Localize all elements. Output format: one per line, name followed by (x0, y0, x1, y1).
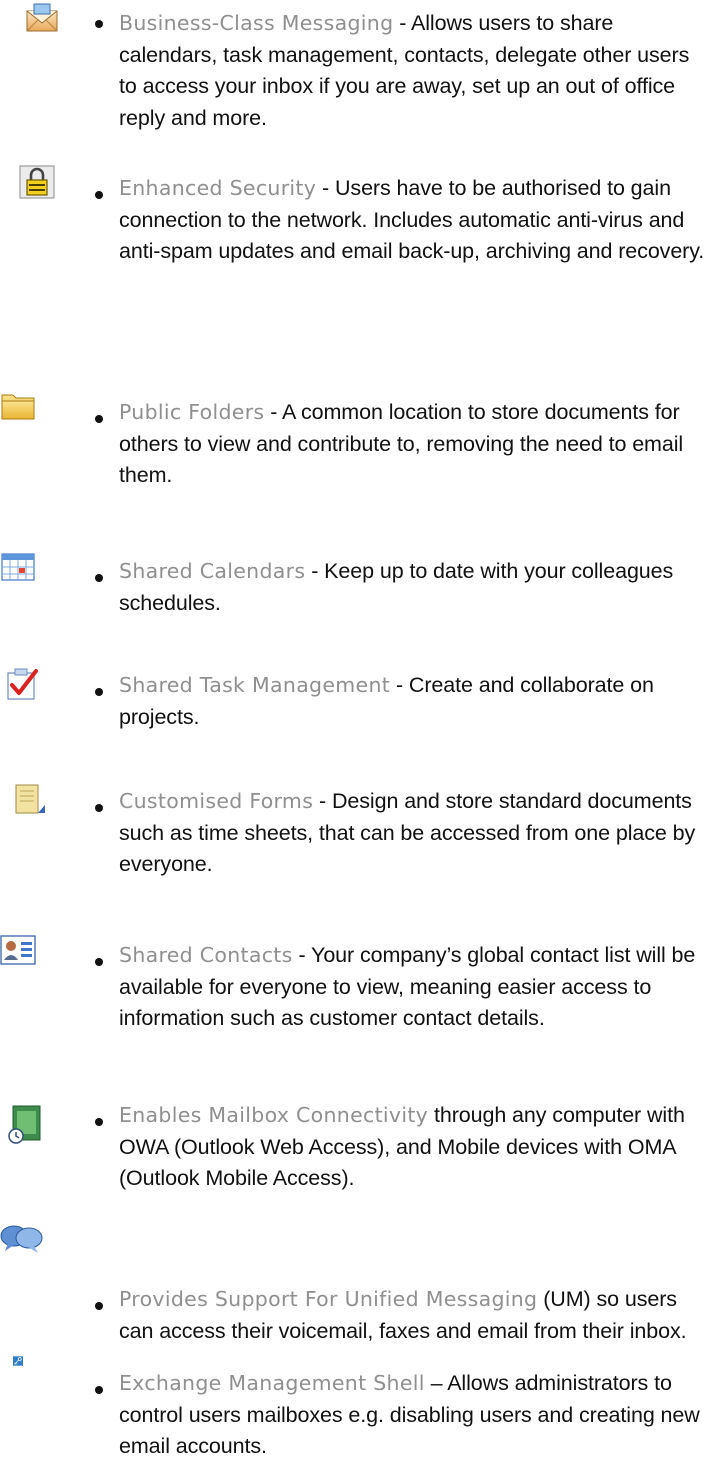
item-text: Shared Contacts - Your company’s global … (119, 943, 696, 1030)
item-title: Shared Task Management (119, 673, 391, 697)
bullet (95, 1302, 103, 1310)
bullet (95, 191, 103, 199)
bullet (95, 688, 103, 696)
item-title: Shared Calendars (119, 559, 306, 583)
item-title: Enhanced Security (119, 176, 317, 200)
speech-bubbles-icon (0, 1223, 44, 1257)
item-text: Enables Mailbox Connectivity through any… (119, 1100, 711, 1195)
item-text: Exchange Management Shell – Allows admin… (119, 1371, 700, 1458)
form-notepad-icon (11, 783, 47, 817)
item-text: Shared Calendars - Keep up to date with … (119, 559, 674, 615)
item-text: Enhanced Security - Users have to be aut… (119, 176, 705, 263)
bullet (95, 958, 103, 966)
bullet (95, 574, 103, 582)
folder-icon (0, 389, 36, 423)
bullet (95, 1386, 103, 1394)
item-text: Shared Task Management - Create and coll… (119, 673, 654, 729)
item-title: Provides Support For Unified Messaging (119, 1287, 538, 1311)
bullet (95, 1118, 103, 1126)
contact-card-icon (0, 933, 36, 967)
bullet (95, 20, 103, 28)
item-text: Customised Forms - Design and store stan… (119, 789, 696, 876)
calendar-icon (0, 550, 36, 584)
item-title: Enables Mailbox Connectivity (119, 1103, 429, 1127)
item-text: Business-Class Messaging - Allows users … (119, 11, 690, 130)
item-title: Exchange Management Shell (119, 1371, 425, 1395)
item-title: Business-Class Messaging (119, 11, 394, 35)
key-icon (0, 1356, 36, 1366)
padlock-icon (19, 165, 55, 199)
mailbox-clock-icon (7, 1105, 43, 1145)
item-title: Customised Forms (119, 789, 314, 813)
item-text: Provides Support For Unified Messaging (… (119, 1284, 711, 1347)
task-check-icon (4, 667, 40, 701)
item-title: Public Folders (119, 400, 265, 424)
item-text: Public Folders - A common location to st… (119, 400, 684, 487)
envelope-icon (24, 2, 60, 36)
bullet (95, 415, 103, 423)
bullet (95, 804, 103, 812)
item-title: Shared Contacts (119, 943, 293, 967)
